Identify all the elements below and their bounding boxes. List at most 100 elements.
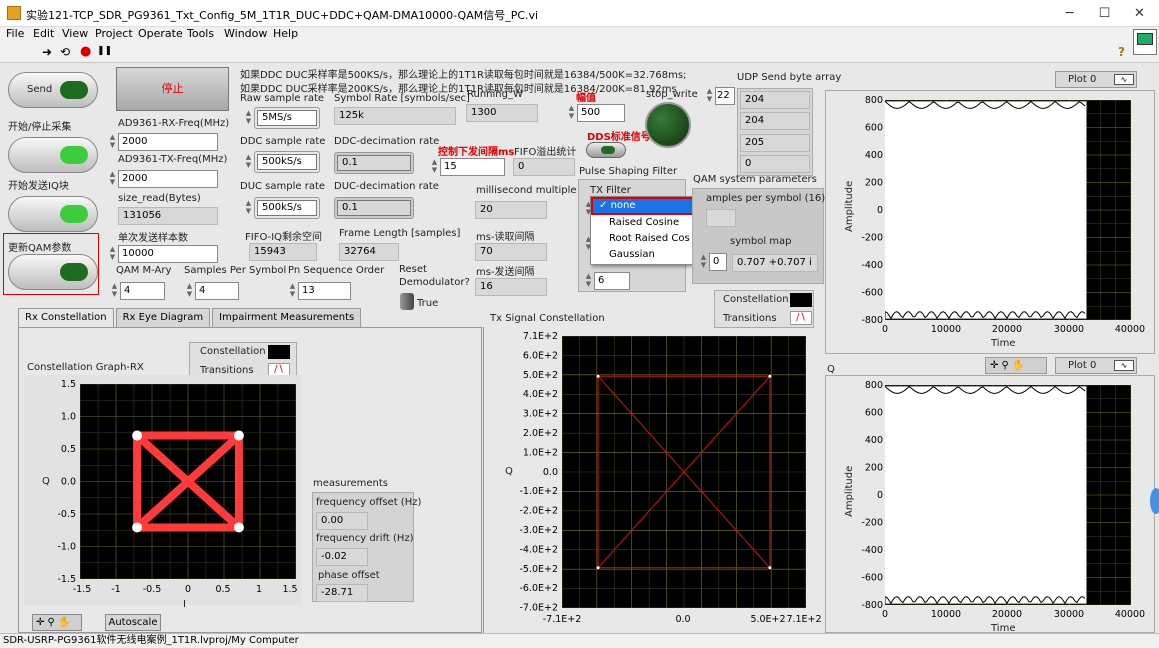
y-tick-label: -400 — [861, 545, 883, 556]
y-tick-label: 4.0E+2 — [523, 389, 558, 400]
filter-param-input[interactable]: 6 — [594, 272, 630, 290]
pn-input[interactable]: 13 — [298, 282, 351, 300]
y-tick-label: -1.0E+2 — [519, 486, 558, 497]
menu-window[interactable]: Window — [224, 27, 267, 40]
duc-rate-spinner[interactable]: ▲ ▼ — [244, 199, 253, 217]
send-samples-input[interactable]: 10000 — [118, 245, 218, 263]
minimize-button[interactable]: ─ — [1052, 0, 1087, 27]
tx-filter-label: TX Filter — [590, 185, 631, 196]
tx-freq-spinner[interactable]: ▲ ▼ — [108, 170, 117, 188]
symbol-rate-label: Symbol Rate [symbols/sec] — [334, 93, 470, 104]
tx-legend[interactable]: Constellation Transitions ∕∖ — [714, 290, 814, 328]
tx-x-ticks: -7.1E+2 0.0 5.0E+2 7.1E+2 — [543, 614, 822, 625]
demod-label: Demodulator? — [399, 277, 470, 288]
tx-filter-dropdown[interactable]: ✓ none Raised Cosine Root Raised Cos Gau… — [590, 196, 707, 265]
y-tick-label: 600 — [865, 123, 883, 134]
fifo-indicator: 15943 — [249, 243, 317, 261]
filter-param-spinner[interactable]: ▲ ▼ — [584, 272, 593, 290]
y-tick-label: -200 — [861, 518, 883, 529]
constellation-point — [132, 430, 143, 441]
qam-m-input[interactable]: 4 — [120, 282, 165, 300]
autoscale-button[interactable]: Autoscale — [105, 614, 161, 631]
dds-toggle[interactable] — [586, 142, 626, 158]
ctrl-interval-input[interactable]: 15 — [440, 158, 505, 176]
ctrl-interval-label: 控制下发间隔ms — [438, 147, 515, 158]
pn-spinner[interactable]: ▲ ▼ — [288, 282, 297, 300]
size-read-label: size_read(Bytes) — [118, 193, 201, 204]
freq-offset-indicator: 0.00 — [316, 512, 368, 530]
y-tick-label: 400 — [865, 150, 883, 161]
signal-envelope — [885, 386, 1087, 604]
dropdown-item-none[interactable]: ✓ none — [591, 197, 706, 215]
update-qam-button[interactable] — [8, 254, 98, 290]
maximize-button[interactable]: ☐ — [1087, 0, 1122, 27]
symbol-map-index[interactable]: 0 — [709, 253, 727, 271]
run-arrow-icon[interactable]: ➜ — [42, 45, 52, 59]
dropdown-item-gaussian[interactable]: Gaussian — [591, 247, 706, 263]
symbol-map-spinner[interactable]: ▲ ▼ — [699, 253, 708, 271]
qam-m-spinner[interactable]: ▲ ▼ — [110, 282, 119, 300]
dropdown-item-root-raised-cos[interactable]: Root Raised Cos — [591, 231, 706, 247]
ddc-rate-spinner[interactable]: ▲ ▼ — [244, 153, 253, 171]
plot-legend-1[interactable]: Plot 0 ∿ — [1055, 71, 1137, 88]
dropdown-item-raised-cosine[interactable]: Raised Cosine — [591, 215, 706, 231]
amplitude-input[interactable]: 500 — [577, 104, 625, 122]
tx-iq-button[interactable] — [8, 137, 98, 173]
extra-toggle-button[interactable] — [8, 196, 98, 232]
symbol-map-value: 0.707 +0.707 i — [732, 254, 818, 272]
raw-rate-spinner[interactable]: ▲ ▼ — [244, 109, 253, 127]
plot-legend-label: Plot 0 — [1068, 360, 1097, 371]
ctrl-interval-spinner[interactable]: ▲ ▼ — [430, 158, 439, 176]
menu-tools[interactable]: Tools — [187, 27, 214, 40]
y-tick-label: -2.0E+2 — [519, 506, 558, 517]
ddc-rate-ring[interactable]: 500kS/s — [254, 151, 320, 173]
amplitude-2-ylabel: Amplitude — [844, 465, 855, 517]
amplitude-1-ylabel: Amplitude — [844, 180, 855, 232]
sps16-indicator — [706, 209, 736, 227]
graph-2-tools[interactable]: ✛ ⚲ ✋ — [985, 357, 1047, 374]
rx-legend-constellation: Constellation — [200, 346, 266, 357]
plot-legend-2[interactable]: Plot 0 ∿ — [1055, 357, 1137, 374]
duc-rate-ring[interactable]: 500kS/s — [254, 197, 320, 219]
graph-palette-tools[interactable]: ✛ ⚲ ✋ — [32, 614, 82, 631]
tx-legend-transitions: Transitions — [723, 313, 777, 324]
stop-write-led[interactable] — [645, 102, 691, 148]
sps-spinner[interactable]: ▲ ▼ — [185, 282, 194, 300]
y-tick-label: 0 — [877, 490, 883, 501]
udp-index-spinner[interactable]: ▲ ▼ — [705, 87, 714, 105]
menu-project[interactable]: Project — [95, 27, 133, 40]
abort-icon[interactable]: ● — [80, 44, 91, 59]
sps-input[interactable]: 4 — [195, 282, 239, 300]
x-tick-label: 0 — [185, 584, 191, 595]
menu-edit[interactable]: Edit — [33, 27, 54, 40]
menu-file[interactable]: File — [6, 27, 24, 40]
menu-help[interactable]: Help — [273, 27, 298, 40]
vi-connector-icon — [1133, 29, 1157, 55]
menu-operate[interactable]: Operate — [138, 27, 183, 40]
amplitude-spinner[interactable]: ▲ ▼ — [567, 104, 576, 122]
raw-rate-ring[interactable]: 5MS/s — [254, 107, 320, 129]
rx-freq-spinner[interactable]: ▲ ▼ — [108, 133, 117, 151]
tab-rx-eye-diagram[interactable]: Rx Eye Diagram — [115, 308, 211, 327]
run-continuously-icon[interactable]: ⟲ — [60, 45, 70, 59]
scroll-indicator[interactable] — [1150, 488, 1159, 514]
send-samples-spinner[interactable]: ▲ ▼ — [108, 245, 117, 263]
close-button[interactable]: ✕ — [1122, 0, 1157, 27]
tab-rx-constellation[interactable]: Rx Constellation — [18, 308, 114, 327]
menu-view[interactable]: View — [62, 27, 88, 40]
reset-demod-switch[interactable] — [400, 293, 414, 310]
send-button[interactable]: Send — [8, 72, 98, 108]
udp-index-input[interactable]: 22 — [715, 87, 735, 105]
tab-impairment-measurements[interactable]: Impairment Measurements — [212, 308, 362, 327]
frame-len-indicator: 32764 — [339, 243, 399, 261]
stop-button[interactable]: 停止 — [116, 67, 229, 111]
pause-icon[interactable]: ❚❚ — [97, 46, 112, 56]
context-help-icon[interactable]: ? — [1118, 45, 1125, 59]
x-tick-label: 20000 — [992, 609, 1022, 620]
y-tick-label: 0.0 — [543, 467, 558, 478]
tx-freq-input[interactable]: 2000 — [118, 170, 218, 188]
duc-dec-value: 0.1 — [337, 200, 411, 216]
extra-toggle-led — [60, 205, 88, 223]
y-tick-label: 3.0E+2 — [523, 409, 558, 420]
rx-freq-input[interactable]: 2000 — [118, 133, 218, 151]
